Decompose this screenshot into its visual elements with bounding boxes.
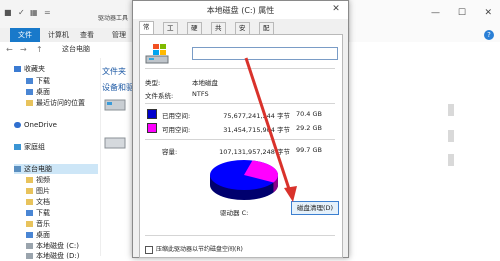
file-system-label: 文件系统: (145, 92, 174, 100)
divider (145, 235, 335, 236)
address-bar[interactable]: 这台电脑 (62, 44, 132, 55)
divider (145, 139, 335, 140)
up-button[interactable]: ↑ (36, 45, 43, 54)
minimize-button[interactable]: — (431, 8, 440, 18)
explorer-title-right: — ☐ ✕ ? (350, 0, 500, 42)
free-space-label: 可用空间: (162, 126, 191, 134)
folder-icon (26, 199, 33, 205)
nav-item-desktop[interactable]: 桌面 (26, 87, 50, 97)
star-icon (14, 66, 21, 72)
tab-sharing[interactable]: 共享 (211, 22, 226, 43)
drive-tile-icon[interactable] (104, 136, 126, 150)
tab-manage[interactable]: 管理 (112, 28, 126, 42)
folders-section-header[interactable]: 文件夹 (102, 66, 126, 77)
tab-security[interactable]: 安全 (235, 22, 250, 43)
type-value: 本地磁盘 (192, 79, 218, 87)
nav-item-downloads[interactable]: 下载 (26, 76, 50, 86)
homegroup-icon (14, 144, 21, 150)
capacity-label: 容量: (162, 148, 178, 156)
free-space-swatch (147, 123, 157, 133)
nav-item-favorites[interactable]: 收藏夹 (14, 64, 45, 74)
quick-access-properties-icon[interactable]: ✓ (18, 8, 25, 17)
dialog-title-bar: 本地磁盘 (C:) 属性 ✕ (133, 1, 348, 19)
tab-tools[interactable]: 工具 (163, 22, 178, 43)
drive-icon (26, 253, 33, 259)
disk-usage-pie-chart (207, 153, 281, 205)
free-space-size: 29.2 GB (295, 124, 322, 132)
devices-section-header[interactable]: 设备和驱 (102, 82, 134, 93)
disk-cleanup-button[interactable]: 磁盘清理(D) (291, 201, 339, 215)
used-space-swatch (147, 109, 157, 119)
folder-icon (26, 188, 33, 194)
free-space-bytes: 31,454,715,904 字节 (223, 126, 290, 134)
quick-access-dropdown-icon[interactable]: = (44, 8, 51, 17)
divider (145, 103, 335, 104)
drive-icon (145, 43, 171, 65)
capacity-bar (448, 104, 454, 116)
file-system-value: NTFS (192, 90, 209, 98)
type-label: 类型: (145, 79, 161, 87)
help-icon[interactable]: ? (484, 30, 494, 40)
quick-access-icon-1[interactable]: ■ (4, 8, 12, 17)
folder-icon (26, 232, 33, 238)
forward-button[interactable]: → (20, 45, 27, 54)
maximize-button[interactable]: ☐ (458, 8, 466, 18)
nav-item-pictures[interactable]: 图片 (26, 186, 50, 196)
divider (145, 68, 335, 69)
nav-item-drive-c[interactable]: 本地磁盘 (C:) (26, 241, 79, 251)
dialog-close-button[interactable]: ✕ (327, 3, 345, 15)
tab-general[interactable]: 常规 (139, 21, 154, 42)
drive-icon (26, 243, 33, 249)
nav-item-homegroup[interactable]: 家庭组 (14, 142, 45, 152)
nav-item-onedrive[interactable]: OneDrive (14, 120, 57, 130)
general-tab-panel: 类型: 本地磁盘 文件系统: NTFS 已用空间: 75,677,241,344… (139, 34, 343, 258)
nav-item-videos[interactable]: 视频 (26, 175, 50, 185)
nav-item-documents[interactable]: 文档 (26, 197, 50, 207)
drive-label: 驱动器 C: (220, 209, 249, 217)
used-space-label: 已用空间: (162, 112, 191, 120)
folder-icon (26, 221, 33, 227)
nav-item-music[interactable]: 音乐 (26, 219, 50, 229)
capacity-bar (448, 130, 454, 142)
drive-tile-icon[interactable] (104, 98, 126, 112)
tab-view[interactable]: 查看 (80, 28, 94, 42)
tab-quota[interactable]: 配额 (259, 22, 274, 43)
quick-access-folder-icon[interactable]: ▦ (30, 8, 38, 17)
used-space-size: 70.4 GB (295, 110, 322, 118)
drive-tools-label: 驱动器工具 (98, 15, 129, 22)
folder-icon (26, 177, 33, 183)
folder-icon (26, 210, 33, 216)
volume-name-input[interactable] (192, 47, 338, 60)
nav-item-this-pc[interactable]: 这台电脑 (14, 164, 98, 174)
capacity-bar (448, 154, 454, 166)
tab-hardware[interactable]: 硬件 (187, 22, 202, 43)
computer-icon (14, 166, 21, 172)
back-button[interactable]: ← (6, 45, 13, 54)
tab-computer[interactable]: 计算机 (48, 28, 69, 42)
cloud-icon (14, 122, 21, 128)
compress-checkbox-label: 压缩此驱动器以节约磁盘空间(R) (156, 246, 243, 253)
compress-drive-option[interactable]: 压缩此驱动器以节约磁盘空间(R) (145, 244, 243, 254)
dialog-title: 本地磁盘 (C:) 属性 (206, 6, 275, 15)
nav-item-recent[interactable]: 最近访问的位置 (26, 98, 85, 108)
folder-icon (26, 89, 33, 95)
close-button[interactable]: ✕ (484, 8, 492, 18)
compress-checkbox[interactable] (145, 245, 153, 254)
folder-icon (26, 100, 33, 106)
navigation-pane: 收藏夹 下载 桌面 最近访问的位置 OneDrive 家庭组 这台电脑 视频 图… (0, 58, 101, 260)
nav-item-desktop-pc[interactable]: 桌面 (26, 230, 50, 240)
folder-icon (26, 78, 33, 84)
nav-item-drive-d[interactable]: 本地磁盘 (D:) (26, 251, 79, 261)
capacity-size: 99.7 GB (295, 146, 322, 154)
tab-file[interactable]: 文件 (10, 28, 40, 42)
used-space-bytes: 75,677,241,344 字节 (223, 112, 290, 120)
nav-item-downloads-pc[interactable]: 下载 (26, 208, 50, 218)
drive-properties-dialog: 本地磁盘 (C:) 属性 ✕ 常规 工具 硬件 共享 安全 配额 类型: 本地磁… (132, 0, 349, 258)
